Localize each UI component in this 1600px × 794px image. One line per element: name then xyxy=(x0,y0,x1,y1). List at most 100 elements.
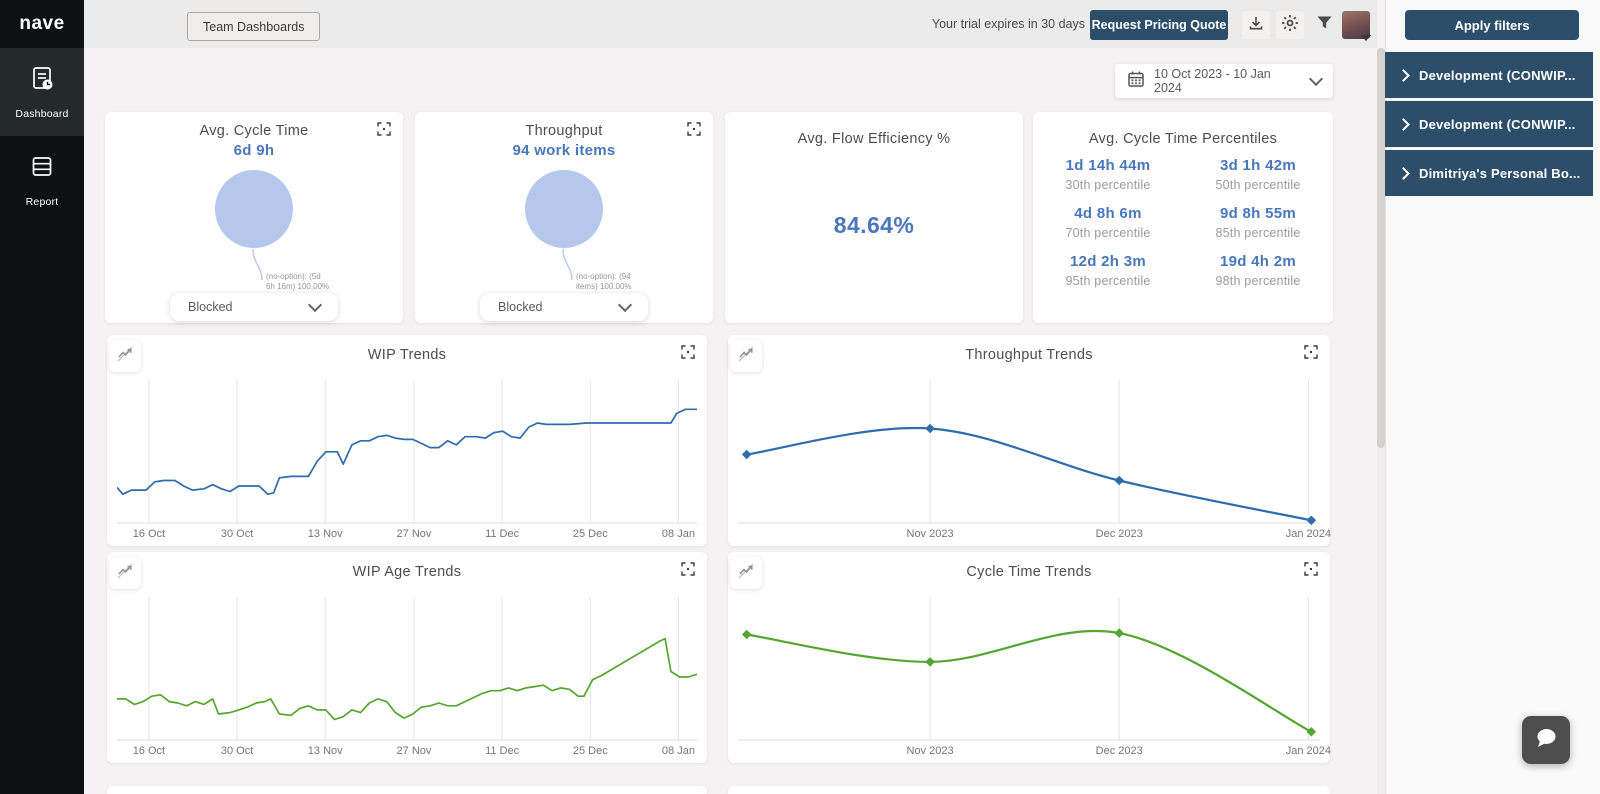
request-pricing-quote-button[interactable]: Request Pricing Quote xyxy=(1090,10,1228,40)
x-tick-label: 16 Oct xyxy=(132,745,166,757)
percentile-item: 3d 1h 42m 50th percentile xyxy=(1215,157,1301,192)
throughput-card: Throughput 94 work items (no-option): (9… xyxy=(415,112,713,323)
sidebar-item-report[interactable]: Report xyxy=(0,136,84,224)
apply-filters-button[interactable]: Apply filters xyxy=(1405,10,1579,40)
flow-efficiency-value: 84.64% xyxy=(833,212,915,238)
flow-efficiency-card: Avg. Flow Efficiency % 84.64% xyxy=(725,112,1023,323)
blocked-dropdown[interactable]: Blocked xyxy=(480,293,648,321)
fullscreen-icon[interactable] xyxy=(1304,562,1318,576)
fullscreen-icon[interactable] xyxy=(687,122,701,136)
chevron-down-icon xyxy=(1308,71,1324,87)
date-range-picker[interactable]: 10 Oct 2023 - 10 Jan 2024 xyxy=(1115,64,1333,98)
sidebar-item-label: Dashboard xyxy=(15,108,69,120)
x-tick-label: 08 Jan xyxy=(661,528,695,540)
download-button[interactable] xyxy=(1242,11,1270,39)
filter-button[interactable] xyxy=(1310,11,1338,39)
board-accordion-development-2[interactable]: Development (CONWIP... xyxy=(1385,101,1593,147)
percentile-item: 4d 8h 6m 70th percentile xyxy=(1065,205,1151,240)
x-axis-ticks: 16 Oct 30 Oct 13 Nov 27 Nov 11 Dec 25 Dec 08 J… xyxy=(117,528,697,542)
board-accordion-development-1[interactable]: Development (CONWIP... xyxy=(1385,52,1593,98)
fullscreen-icon[interactable] xyxy=(681,345,695,359)
download-icon xyxy=(1248,15,1264,36)
cycle-time-pie-chart[interactable] xyxy=(215,170,293,248)
x-tick-label: Nov 2023 xyxy=(906,528,954,540)
next-row-card-peek xyxy=(728,786,1330,794)
user-avatar[interactable] xyxy=(1342,11,1371,41)
x-axis-ticks: Nov 2023 Dec 2023 Jan 2024 xyxy=(738,745,1331,759)
x-tick-label: 13 Nov xyxy=(307,745,343,757)
pie-slice-label: (no-option): (5d 6h 16m) 100.00% xyxy=(265,272,330,292)
x-tick-label: 13 Nov xyxy=(307,528,343,540)
percentiles-grid: 1d 14h 44m 30th percentile 3d 1h 42m 50th … xyxy=(1033,157,1333,288)
settings-button[interactable] xyxy=(1276,11,1304,39)
wip-age-trends-card: WIP Age Trends 16 Oct 30 Oct 13 Nov 27 Nov 1… xyxy=(107,552,707,763)
fullscreen-icon[interactable] xyxy=(1304,345,1318,359)
card-title: Avg. Cycle Time xyxy=(199,123,309,139)
chart-title: WIP Age Trends xyxy=(352,564,462,580)
data-point-marker xyxy=(741,449,752,460)
throughput-trends-chart[interactable] xyxy=(738,380,1320,526)
chevron-right-icon xyxy=(1397,117,1410,131)
throughput-value: 94 work items xyxy=(512,142,616,159)
x-axis-ticks: Nov 2023 Dec 2023 Jan 2024 xyxy=(738,528,1331,542)
chevron-down-icon xyxy=(307,297,323,313)
wip-trends-chart[interactable] xyxy=(116,380,697,526)
percentile-item: 19d 4h 2m 98th percentile xyxy=(1215,253,1301,288)
chart-title: Cycle Time Trends xyxy=(966,564,1092,580)
dashboard-clock-icon xyxy=(27,64,57,99)
x-tick-label: 30 Oct xyxy=(220,745,254,757)
data-point-marker xyxy=(1114,475,1125,486)
team-dashboards-button[interactable]: Team Dashboards xyxy=(187,12,321,41)
x-tick-label: Jan 2024 xyxy=(1285,528,1331,540)
avg-cycle-time-value: 6d 9h xyxy=(233,142,275,159)
calendar-icon xyxy=(1127,70,1145,93)
card-title: Avg. Flow Efficiency % xyxy=(797,131,951,147)
next-row-card-peek xyxy=(107,786,707,794)
percentile-item: 9d 8h 55m 85th percentile xyxy=(1215,205,1301,240)
pie-callout-line xyxy=(252,248,263,281)
x-tick-label: Nov 2023 xyxy=(906,745,954,757)
fullscreen-icon[interactable] xyxy=(377,122,391,136)
board-label: Development (CONWIP... xyxy=(1419,67,1576,83)
x-tick-label: 27 Nov xyxy=(396,745,432,757)
x-tick-label: 25 Dec xyxy=(572,745,608,757)
percentile-item: 1d 14h 44m 30th percentile xyxy=(1065,157,1151,192)
report-icon xyxy=(27,152,57,187)
data-point-marker xyxy=(1114,628,1125,638)
x-tick-label: Dec 2023 xyxy=(1095,528,1143,540)
chart-title: WIP Trends xyxy=(367,347,447,363)
sidebar-item-label: Report xyxy=(25,196,59,208)
cycle-time-percentiles-card: Avg. Cycle Time Percentiles 1d 14h 44m 30… xyxy=(1033,112,1333,323)
sidebar-item-dashboard[interactable]: Dashboard xyxy=(0,48,84,136)
trial-expiry-text: Your trial expires in 30 days xyxy=(931,17,1085,31)
blocked-dropdown[interactable]: Blocked xyxy=(170,293,338,321)
x-tick-label: 11 Dec xyxy=(485,528,520,540)
x-tick-label: Dec 2023 xyxy=(1095,745,1143,757)
board-accordion-personal-board[interactable]: Dimitriya's Personal Bo... xyxy=(1385,150,1593,196)
nave-dashboard-app: nave Dashboard Report Team Dashboards Yo… xyxy=(0,0,1600,794)
card-title: Throughput xyxy=(525,123,603,139)
pie-slice-label: (no-option): (94 items) 100.00% xyxy=(575,272,632,292)
throughput-pie-chart[interactable] xyxy=(525,170,603,248)
main-scrollbar-thumb[interactable] xyxy=(1377,48,1385,448)
data-point-marker xyxy=(925,657,935,667)
left-sidebar: nave Dashboard Report xyxy=(0,0,84,794)
data-point-marker xyxy=(741,629,752,640)
percentile-item: 12d 2h 3m 95th percentile xyxy=(1065,253,1151,288)
board-label: Development (CONWIP... xyxy=(1419,116,1576,132)
x-tick-label: 11 Dec xyxy=(485,745,520,757)
chevron-down-icon xyxy=(617,297,633,313)
chat-launcher-button[interactable] xyxy=(1522,716,1570,764)
chart-title: Throughput Trends xyxy=(965,347,1093,363)
cycle-time-trends-card: Cycle Time Trends Nov 2023 Dec 2023 Jan 20… xyxy=(728,552,1331,763)
wip-age-trends-chart[interactable] xyxy=(117,597,698,743)
x-tick-label: 27 Nov xyxy=(396,528,432,540)
filter-icon xyxy=(1316,14,1333,36)
avg-cycle-time-card: Avg. Cycle Time 6d 9h (no-option): (5d 6… xyxy=(105,112,403,323)
fullscreen-icon[interactable] xyxy=(681,562,695,576)
chevron-right-icon xyxy=(1397,166,1410,180)
chevron-right-icon xyxy=(1397,68,1410,82)
cycle-time-trends-chart[interactable] xyxy=(738,597,1320,743)
board-label: Dimitriya's Personal Bo... xyxy=(1419,165,1581,181)
x-tick-label: 16 Oct xyxy=(132,528,166,540)
